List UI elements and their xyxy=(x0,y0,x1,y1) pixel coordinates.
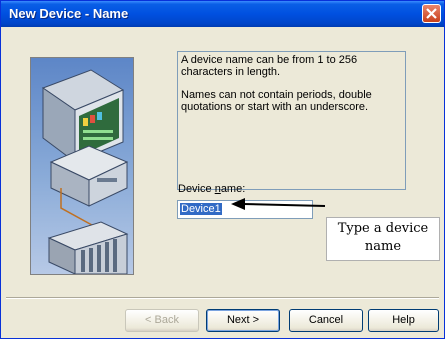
callout-arrow-icon xyxy=(231,198,326,210)
close-button[interactable] xyxy=(422,4,441,23)
callout-annotation: Type a device name xyxy=(326,217,440,261)
device-illustration xyxy=(30,57,134,275)
computer-plc-illustration-icon xyxy=(41,69,129,274)
device-name-value: Device1 xyxy=(180,203,222,215)
button-separator xyxy=(6,297,439,299)
dialog-window: New Device - Name A device name can be f… xyxy=(0,0,445,339)
cancel-button[interactable]: Cancel xyxy=(289,309,363,332)
info-rules-text: Names can not contain periods, double qu… xyxy=(181,89,372,113)
window-title: New Device - Name xyxy=(9,6,129,21)
close-icon xyxy=(426,8,437,19)
info-length-text: A device name can be from 1 to 256 chara… xyxy=(181,54,358,78)
dialog-body: A device name can be from 1 to 256 chara… xyxy=(1,27,444,338)
info-text-box: A device name can be from 1 to 256 chara… xyxy=(177,51,406,190)
back-button[interactable]: < Back xyxy=(125,309,199,332)
device-name-label: Device name: xyxy=(178,183,246,195)
title-bar[interactable]: New Device - Name xyxy=(1,1,444,27)
help-button[interactable]: Help xyxy=(368,309,439,332)
next-button[interactable]: Next > xyxy=(206,309,280,332)
